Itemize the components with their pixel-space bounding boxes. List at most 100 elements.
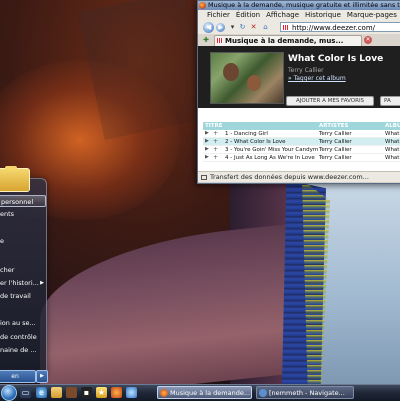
shutdown-label: en [11,373,19,380]
track-album: What [385,131,400,137]
start-menu-item-label: ents [0,210,15,218]
taskbar-item-firefox[interactable]: Musique à la demande... [157,386,252,399]
start-menu-item-documents[interactable]: ents [0,208,46,220]
track-row[interactable]: ▶ + 4 - Just As Long As We're In Love Te… [203,154,400,162]
navigator-icon [259,389,267,397]
stop-icon[interactable]: ✕ [249,23,258,32]
artist-name: Terry Callier [288,67,324,74]
track-artist: Terry Callier [319,139,352,145]
track-album: What [385,139,400,145]
taskbar-item-navigator[interactable]: [nemmeth - Navigate... [256,386,354,399]
track-row[interactable]: ▶ + 1 - Dancing Girl Terry Callier What [203,130,400,138]
menu-edition[interactable]: Édition [233,10,263,21]
dropdown-icon[interactable]: ▾ [228,23,237,32]
status-bar: Transfert des données depuis www.deezer.… [198,171,400,182]
add-icon[interactable]: + [213,131,218,137]
add-icon[interactable]: + [213,139,218,145]
ie-icon[interactable]: e [36,387,47,398]
menu-fichier[interactable]: Fichier [198,10,233,21]
status-icon [201,175,207,180]
start-menu-item-label: er l'histori... [0,279,39,287]
window-titlebar[interactable]: Musique à la demande, musique gratuite e… [198,1,400,10]
track-album: What [385,147,400,153]
start-button[interactable] [1,385,17,401]
add-icon[interactable]: + [213,155,218,161]
track-name: 3 - You're Goin' Miss Your Candym [225,147,319,153]
track-album: What [385,155,400,161]
start-menu-item-label: ion au se... [0,319,36,327]
folder-icon[interactable] [0,166,30,192]
secondary-button[interactable]: PA [380,96,400,106]
column-title[interactable]: TITRE [205,122,223,130]
add-favorites-button[interactable]: AJOUTER A MES FAVORIS [286,96,374,106]
notepad-icon[interactable] [66,387,77,398]
shutdown-options-icon[interactable]: ▶ [36,370,48,383]
start-menu-item-computer[interactable]: e [0,235,46,247]
shutdown-button[interactable]: en [0,370,36,383]
track-artist: Terry Callier [319,155,352,161]
start-menu-item-domain[interactable]: naine de ... [0,344,46,356]
column-artists[interactable]: ARTISTES [319,122,348,130]
home-icon[interactable]: ⌂ [261,23,270,32]
deezer-favicon-icon [217,38,223,43]
taskbar-item-label: Musique à la demande... [170,389,251,397]
folder-icon[interactable] [51,387,62,398]
start-menu-item-label: e [0,237,4,245]
terminal-icon[interactable]: ▪ [81,387,92,398]
site-favicon-icon [283,25,289,30]
start-menu-item-search[interactable]: cher [0,264,46,276]
url-text: http://www.deezer.com/ [292,24,376,32]
menu-affichage[interactable]: Affichage [263,10,302,21]
window-title: Musique à la demande, musique gratuite e… [208,1,400,9]
play-icon[interactable]: ▶ [205,139,210,144]
firefox-window: Musique à la demande, musique gratuite e… [197,0,400,184]
play-icon[interactable]: ▶ [205,147,210,152]
show-desktop-icon[interactable]: ▭ [20,387,31,398]
start-menu-item-label: de travail [0,292,31,300]
reload-icon[interactable]: ↻ [238,23,247,32]
start-menu-item-label: personnel [1,198,34,206]
back-icon[interactable]: ◀ [203,22,214,33]
new-tab-icon[interactable]: ✚ [202,36,210,44]
page-content: What Color Is Love Terry Callier » Tagge… [198,46,400,171]
firefox-icon [160,389,168,397]
menu-marque-pages[interactable]: Marque-pages [344,10,400,21]
taskbar: ▭ e ▪ ★ Musique à la demande... [nemmeth… [0,384,400,401]
start-menu-item-workgroup[interactable]: de travail [0,290,46,302]
start-menu-item-control-panel[interactable]: de contrôle [0,331,46,343]
song-title: What Color Is Love [288,54,384,64]
forward-icon[interactable]: ▶ [216,23,225,32]
submenu-arrow-icon: ▶ [40,280,44,286]
firefox-icon[interactable] [111,387,122,398]
player-header: What Color Is Love Terry Callier » Tagge… [198,46,400,108]
menu-historique[interactable]: Historique [302,10,344,21]
messenger-icon[interactable] [126,387,137,398]
column-album[interactable]: ALBUM [385,122,400,130]
start-menu-item-label: naine de ... [0,346,37,354]
status-text: Transfert des données depuis www.deezer.… [210,173,369,181]
track-name: 2 - What Color Is Love [225,139,286,145]
start-menu-item-connect[interactable]: ion au se... [0,317,46,329]
close-tab-icon[interactable]: ✕ [364,36,372,44]
firefox-icon [199,2,206,9]
start-menu-item-label: cher [0,266,15,274]
tab-deezer[interactable]: Musique à la demande, mus... [214,35,362,46]
track-artist: Terry Callier [319,147,352,153]
playlist-header: TITRE ARTISTES ALBUM [203,122,400,130]
tag-album-link[interactable]: » Tagger cet album [288,75,346,82]
track-row[interactable]: ▶ + 2 - What Color Is Love Terry Callier… [203,138,400,146]
track-name: 4 - Just As Long As We're In Love [225,155,315,161]
url-bar[interactable]: http://www.deezer.com/ [280,22,400,32]
start-menu-item-history[interactable]: er l'histori... ▶ [0,277,46,289]
track-artist: Terry Callier [319,131,352,137]
track-name: 1 - Dancing Girl [225,131,268,137]
track-row[interactable]: ▶ + 3 - You're Goin' Miss Your Candym Te… [203,146,400,154]
navigation-toolbar: ◀ ▶ ▾ ↻ ✕ ⌂ http://www.deezer.com/ [198,21,400,35]
add-icon[interactable]: + [213,147,218,153]
album-cover[interactable] [210,52,284,104]
play-icon[interactable]: ▶ [205,131,210,136]
taskbar-item-label: [nemmeth - Navigate... [269,389,345,397]
play-icon[interactable]: ▶ [205,155,210,160]
start-menu-item-personal[interactable]: personnel [0,195,46,207]
star-icon[interactable]: ★ [96,387,107,398]
